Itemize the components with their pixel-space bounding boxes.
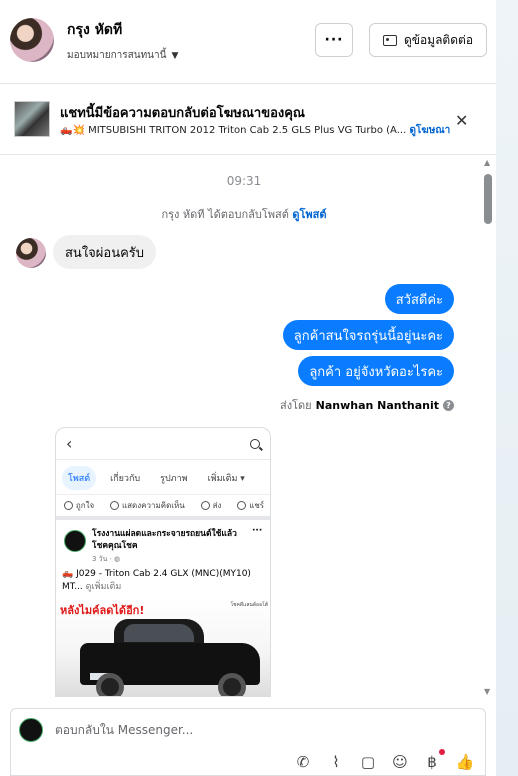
wheel-shape	[218, 673, 246, 696]
composer-toolbar: ✆ ⌇ ▢ ☺ ฿ 👍	[11, 751, 487, 775]
page-name: โรงงานแผ่ลดและกระจายรถยนต์ใช้แล้ว โชคคุณ…	[92, 529, 237, 551]
screenshot-action: ส่ง	[200, 499, 222, 512]
side-panel-edge	[496, 0, 518, 776]
wheel-shape	[96, 673, 124, 696]
emoji-icon[interactable]: ☺	[389, 751, 411, 773]
scroll-up-arrow-icon[interactable]: ▲	[484, 158, 490, 167]
view-contact-label: ดูข้อมูลติดต่อ	[403, 32, 474, 47]
sent-by-label: ส่งโดย	[280, 399, 312, 412]
screenshot-tab: เพิ่มเติม ▾	[207, 474, 245, 484]
reply-input[interactable]: ตอบกลับใน Messenger...	[55, 721, 193, 740]
screenshot-tab: รูปภาพ	[160, 474, 188, 484]
screenshot-action: ถูกใจ	[63, 499, 95, 512]
share-icon	[237, 501, 247, 510]
avatar[interactable]	[10, 18, 54, 62]
screenshot-tab: โพสต์	[62, 466, 97, 490]
more-options-button[interactable]: ···	[315, 23, 353, 57]
outgoing-message[interactable]: ลูกค้า อยู่จังหวัดอะไรคะ	[298, 356, 454, 386]
incoming-message[interactable]: สนใจผ่อนครับ	[53, 235, 157, 269]
screenshot-actions: ถูกใจ แสดงความคิดเห็น ส่ง แชร์	[56, 494, 270, 520]
conversation-header: กรุง หัดที มอบหมายการสนทนานี้ ▼ ··· ดูข้…	[0, 0, 496, 84]
ad-banner-subtitle: 🛻💥 MITSUBISHI TRITON 2012 Triton Cab 2.5…	[60, 123, 452, 138]
action-label: แสดงความคิดเห็น	[122, 501, 185, 510]
back-arrow-icon: ‹	[66, 434, 73, 453]
outgoing-message[interactable]: ลูกค้าสนใจรถรุ่นนี้อยู่นะคะ	[282, 320, 454, 350]
action-label: ส่ง	[212, 501, 222, 510]
assign-conversation-dropdown[interactable]: มอบหมายการสนทนานี้ ▼	[67, 48, 178, 63]
view-post-link[interactable]: ดูโพสต์	[292, 208, 326, 221]
chat-scrollbar[interactable]: ▲ ▼	[482, 158, 494, 696]
message-composer: ตอบกลับใน Messenger... ✆ ⌇ ▢ ☺ ฿ 👍	[10, 708, 486, 776]
screenshot-action: แชร์	[237, 499, 264, 512]
contact-name[interactable]: กรุง หัดที	[67, 19, 122, 41]
post-time: 3 วัน · ◍	[92, 555, 121, 563]
screenshot-action: แสดงความคิดเห็น	[110, 499, 185, 512]
screenshot-topbar: ‹	[56, 428, 270, 460]
scroll-down-arrow-icon[interactable]: ▼	[484, 687, 490, 696]
chevron-down-icon: ▼	[171, 50, 179, 61]
post-text: 🛻 J029 - Triton Cab 2.4 GLX (MNC)(MY10) …	[62, 568, 266, 594]
post-reply-note: กรุง หัดที ได้ตอบกลับโพสต์ ดูโพสต์	[0, 205, 488, 223]
phone-icon[interactable]: ✆	[292, 751, 314, 773]
search-icon	[250, 439, 260, 449]
promo-text: หลังไมค์ลดได้อีก!	[60, 604, 145, 617]
like-icon[interactable]: 👍	[454, 751, 476, 773]
ad-reply-banner: แชทนี้มีข้อความตอบกลับต่อโฆษณาของคุณ 🛻💥 …	[0, 85, 496, 155]
notification-dot	[439, 749, 445, 755]
contact-card-icon	[382, 34, 397, 46]
shared-image-attachment[interactable]: ‹ โพสต์ เกี่ยวกับ รูปภาพ เพิ่มเติม ▾ ถูก…	[55, 427, 271, 697]
sender-avatar	[16, 238, 46, 268]
ad-thumbnail[interactable]	[14, 101, 50, 137]
messenger-panel: กรุง หัดที มอบหมายการสนทนานี้ ▼ ··· ดูข้…	[0, 0, 496, 776]
assign-label: มอบหมายการสนทนานี้	[67, 50, 167, 61]
screenshot-tabs: โพสต์ เกี่ยวกับ รูปภาพ เพิ่มเติม ▾	[62, 466, 251, 490]
see-more: ดูเพิ่มเติม	[85, 582, 122, 592]
saved-reply-icon[interactable]: ▢	[357, 751, 379, 773]
page-avatar	[64, 530, 86, 552]
action-label: แชร์	[249, 501, 265, 510]
ad-description: 🛻💥 MITSUBISHI TRITON 2012 Triton Cab 2.5…	[60, 125, 407, 136]
view-ad-link[interactable]: ดูโฆษณา	[409, 125, 450, 136]
post-more-icon: ···	[252, 526, 263, 536]
truck-photo: หลังไมค์ลดได้อีก! โชคดีแลนด์ออโต้	[56, 599, 270, 696]
paperclip-icon[interactable]: ⌇	[325, 751, 347, 773]
truck-window-shape	[124, 624, 194, 642]
like-icon	[63, 501, 73, 510]
help-icon[interactable]: ?	[443, 399, 454, 411]
view-contact-button[interactable]: ดูข้อมูลติดต่อ	[369, 23, 487, 57]
messenger-icon	[200, 501, 210, 510]
screenshot-tab: เกี่ยวกับ	[110, 474, 141, 484]
page-avatar	[19, 718, 43, 742]
ad-banner-title: แชทนี้มีข้อความตอบกลับต่อโฆษณาของคุณ	[60, 106, 305, 121]
photo-watermark: โชคดีแลนด์ออโต้	[230, 602, 268, 608]
sent-by-name: Nanwhan Nanthanit	[315, 398, 439, 412]
post-reply-text: กรุง หัดที ได้ตอบกลับโพสต์	[161, 208, 289, 221]
message-timestamp: 09:31	[226, 174, 262, 188]
screenshot-post-header: โรงงานแผ่ลดและกระจายรถยนต์ใช้แล้ว โชคคุณ…	[62, 526, 266, 566]
outgoing-message[interactable]: สวัสดีค่ะ	[384, 284, 454, 314]
comment-icon	[110, 501, 119, 510]
sent-by-line: ส่งโดย Nanwhan Nanthanit ?	[280, 396, 454, 414]
action-label: ถูกใจ	[75, 501, 95, 510]
close-icon[interactable]: ✕	[455, 111, 468, 130]
